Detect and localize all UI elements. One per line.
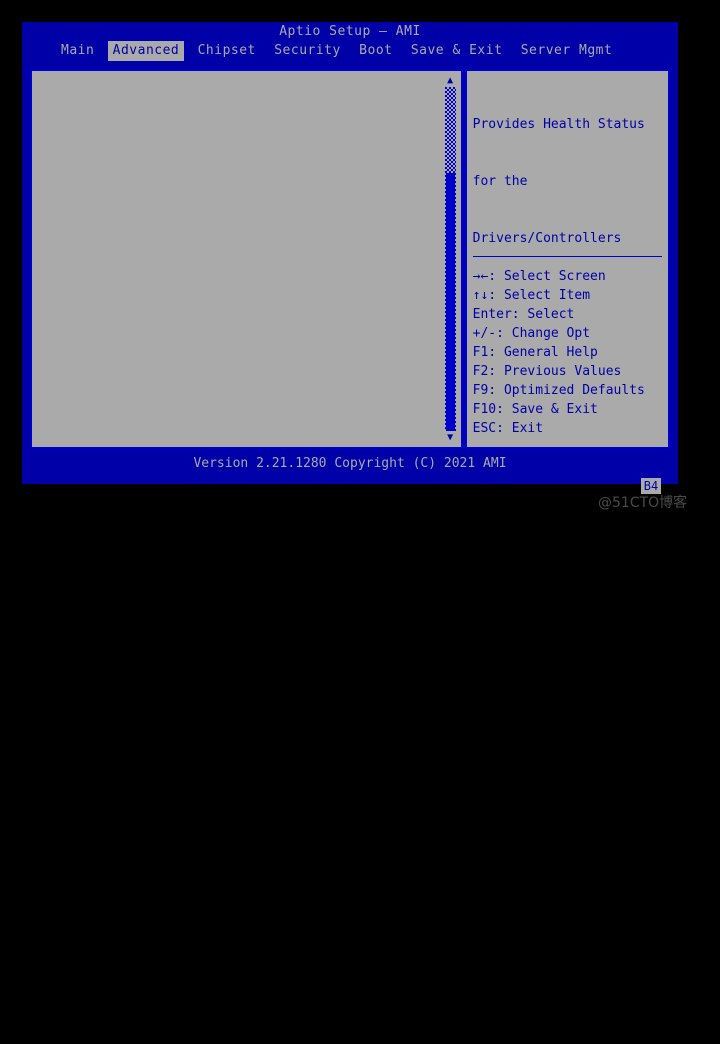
menu-item-mac-ba-ipv6-network-configuration[interactable]: ▶MAC:B8CEF68E17BA-IPv6 Network Configura…	[38, 685, 439, 704]
help-line: Provides Health Status	[472, 117, 645, 132]
menu-item-mac-bb-ipv4-network-configuration[interactable]: ▶MAC:B8CEF68E17BB-IPv4 Network Configura…	[38, 970, 439, 989]
menu-item-mac-bb-ipv6-network-configuration[interactable]: ▶MAC:B8CEF68E17BB-IPv6 Network Configura…	[38, 913, 439, 932]
menu-item-usb-configuration[interactable]: ▶USB Configuration	[38, 172, 439, 191]
help-description: Provides Health Status for the Drivers/C…	[473, 77, 662, 286]
menu-item-csm-configuration[interactable]: ▶CSM Configuration	[38, 286, 439, 305]
tab-server-mgmt[interactable]: Server Mgmt	[516, 41, 618, 61]
menu-separator-row	[38, 1027, 439, 1044]
help-panel: Provides Health Status for the Drivers/C…	[464, 69, 670, 449]
menu-item-nvme-configuration[interactable]: ▶NVMe Configuration	[38, 343, 439, 362]
legend-esc-exit: ESC: Exit	[472, 421, 544, 436]
key-legend: →←: Select Screen ↑↓: Select Item Enter:…	[473, 267, 662, 438]
legend-save-exit: F10: Save & Exit	[472, 402, 598, 417]
scrollbar-track[interactable]	[444, 87, 456, 431]
help-line: for the	[472, 174, 528, 189]
menu-item-vlan-configuration-bb[interactable]: ▶VLAN Configuration (MAC:B8CEF68E17BB)	[38, 856, 439, 875]
legend-general-help: F1: General Help	[472, 345, 598, 360]
menu-item-mac-ba-ipv4-network-configuration[interactable]: ▶MAC:B8CEF68E17BA-IPv4 Network Configura…	[38, 742, 439, 761]
tab-save-exit[interactable]: Save & Exit	[406, 41, 508, 61]
menu-tab-bar: Main Advanced Chipset Security Boot Save…	[22, 41, 678, 61]
help-divider	[472, 256, 662, 257]
scrollbar-thumb[interactable]	[445, 173, 455, 431]
legend-change-opt: +/-: Change Opt	[472, 326, 591, 341]
menu-item-oem-nic-oprom-ctrl[interactable]: ▶OEM NIC Oprom Ctrl	[38, 400, 439, 419]
page-title: Aptio Setup – AMI	[279, 24, 421, 39]
menu-item-network-stack-configuration[interactable]: ▶Network Stack Configuration	[38, 229, 439, 248]
tab-main[interactable]: Main	[56, 41, 99, 61]
settings-menu-list: ▶PCI Subsystem Settings ▶USB Configurati…	[38, 77, 439, 1044]
tab-security[interactable]: Security	[269, 41, 346, 61]
menu-item-vlan-configuration-ba[interactable]: ▶VLAN Configuration (MAC:B8CEF68E17BA)	[38, 628, 439, 647]
version-footer: Version 2.21.1280 Copyright (C) 2021 AMI	[193, 456, 507, 471]
scroll-up-arrow-icon[interactable]: ▲	[444, 75, 457, 86]
bios-screen: Aptio Setup – AMI Main Advanced Chipset …	[22, 22, 678, 484]
legend-select-screen: →←: Select Screen	[472, 269, 606, 284]
menu-item-pci-subsystem-settings[interactable]: ▶PCI Subsystem Settings	[38, 115, 439, 134]
menu-scrollbar[interactable]: ▲ ▼	[444, 75, 457, 443]
scroll-down-arrow-icon[interactable]: ▼	[444, 432, 457, 443]
menu-item-mellanox-network-adapter-ba[interactable]: ▶Mellanox Network Adapter - B8:CE:F6:8E:…	[38, 571, 439, 590]
body-area: ▶PCI Subsystem Settings ▶USB Configurati…	[22, 69, 678, 449]
legend-enter-select: Enter: Select	[472, 307, 575, 322]
tab-chipset[interactable]: Chipset	[193, 41, 261, 61]
menu-item-amd-mem-configuration-status[interactable]: ▶AMD Mem Configuration Status	[38, 514, 439, 533]
tab-boot[interactable]: Boot	[354, 41, 397, 61]
help-line: Drivers/Controllers	[472, 231, 622, 246]
legend-select-item: ↑↓: Select Item	[472, 288, 591, 303]
legend-previous-values: F2: Previous Values	[472, 364, 622, 379]
menu-item-mellanox-network-adapter-bb[interactable]: ▶Mellanox Network Adapter - B8:CE:F6:8E:…	[38, 799, 439, 818]
settings-menu-panel: ▶PCI Subsystem Settings ▶USB Configurati…	[30, 69, 463, 449]
legend-optimized-defaults: F9: Optimized Defaults	[472, 383, 645, 398]
tab-advanced[interactable]: Advanced	[107, 41, 185, 61]
watermark: @51CTO博客	[598, 495, 688, 511]
